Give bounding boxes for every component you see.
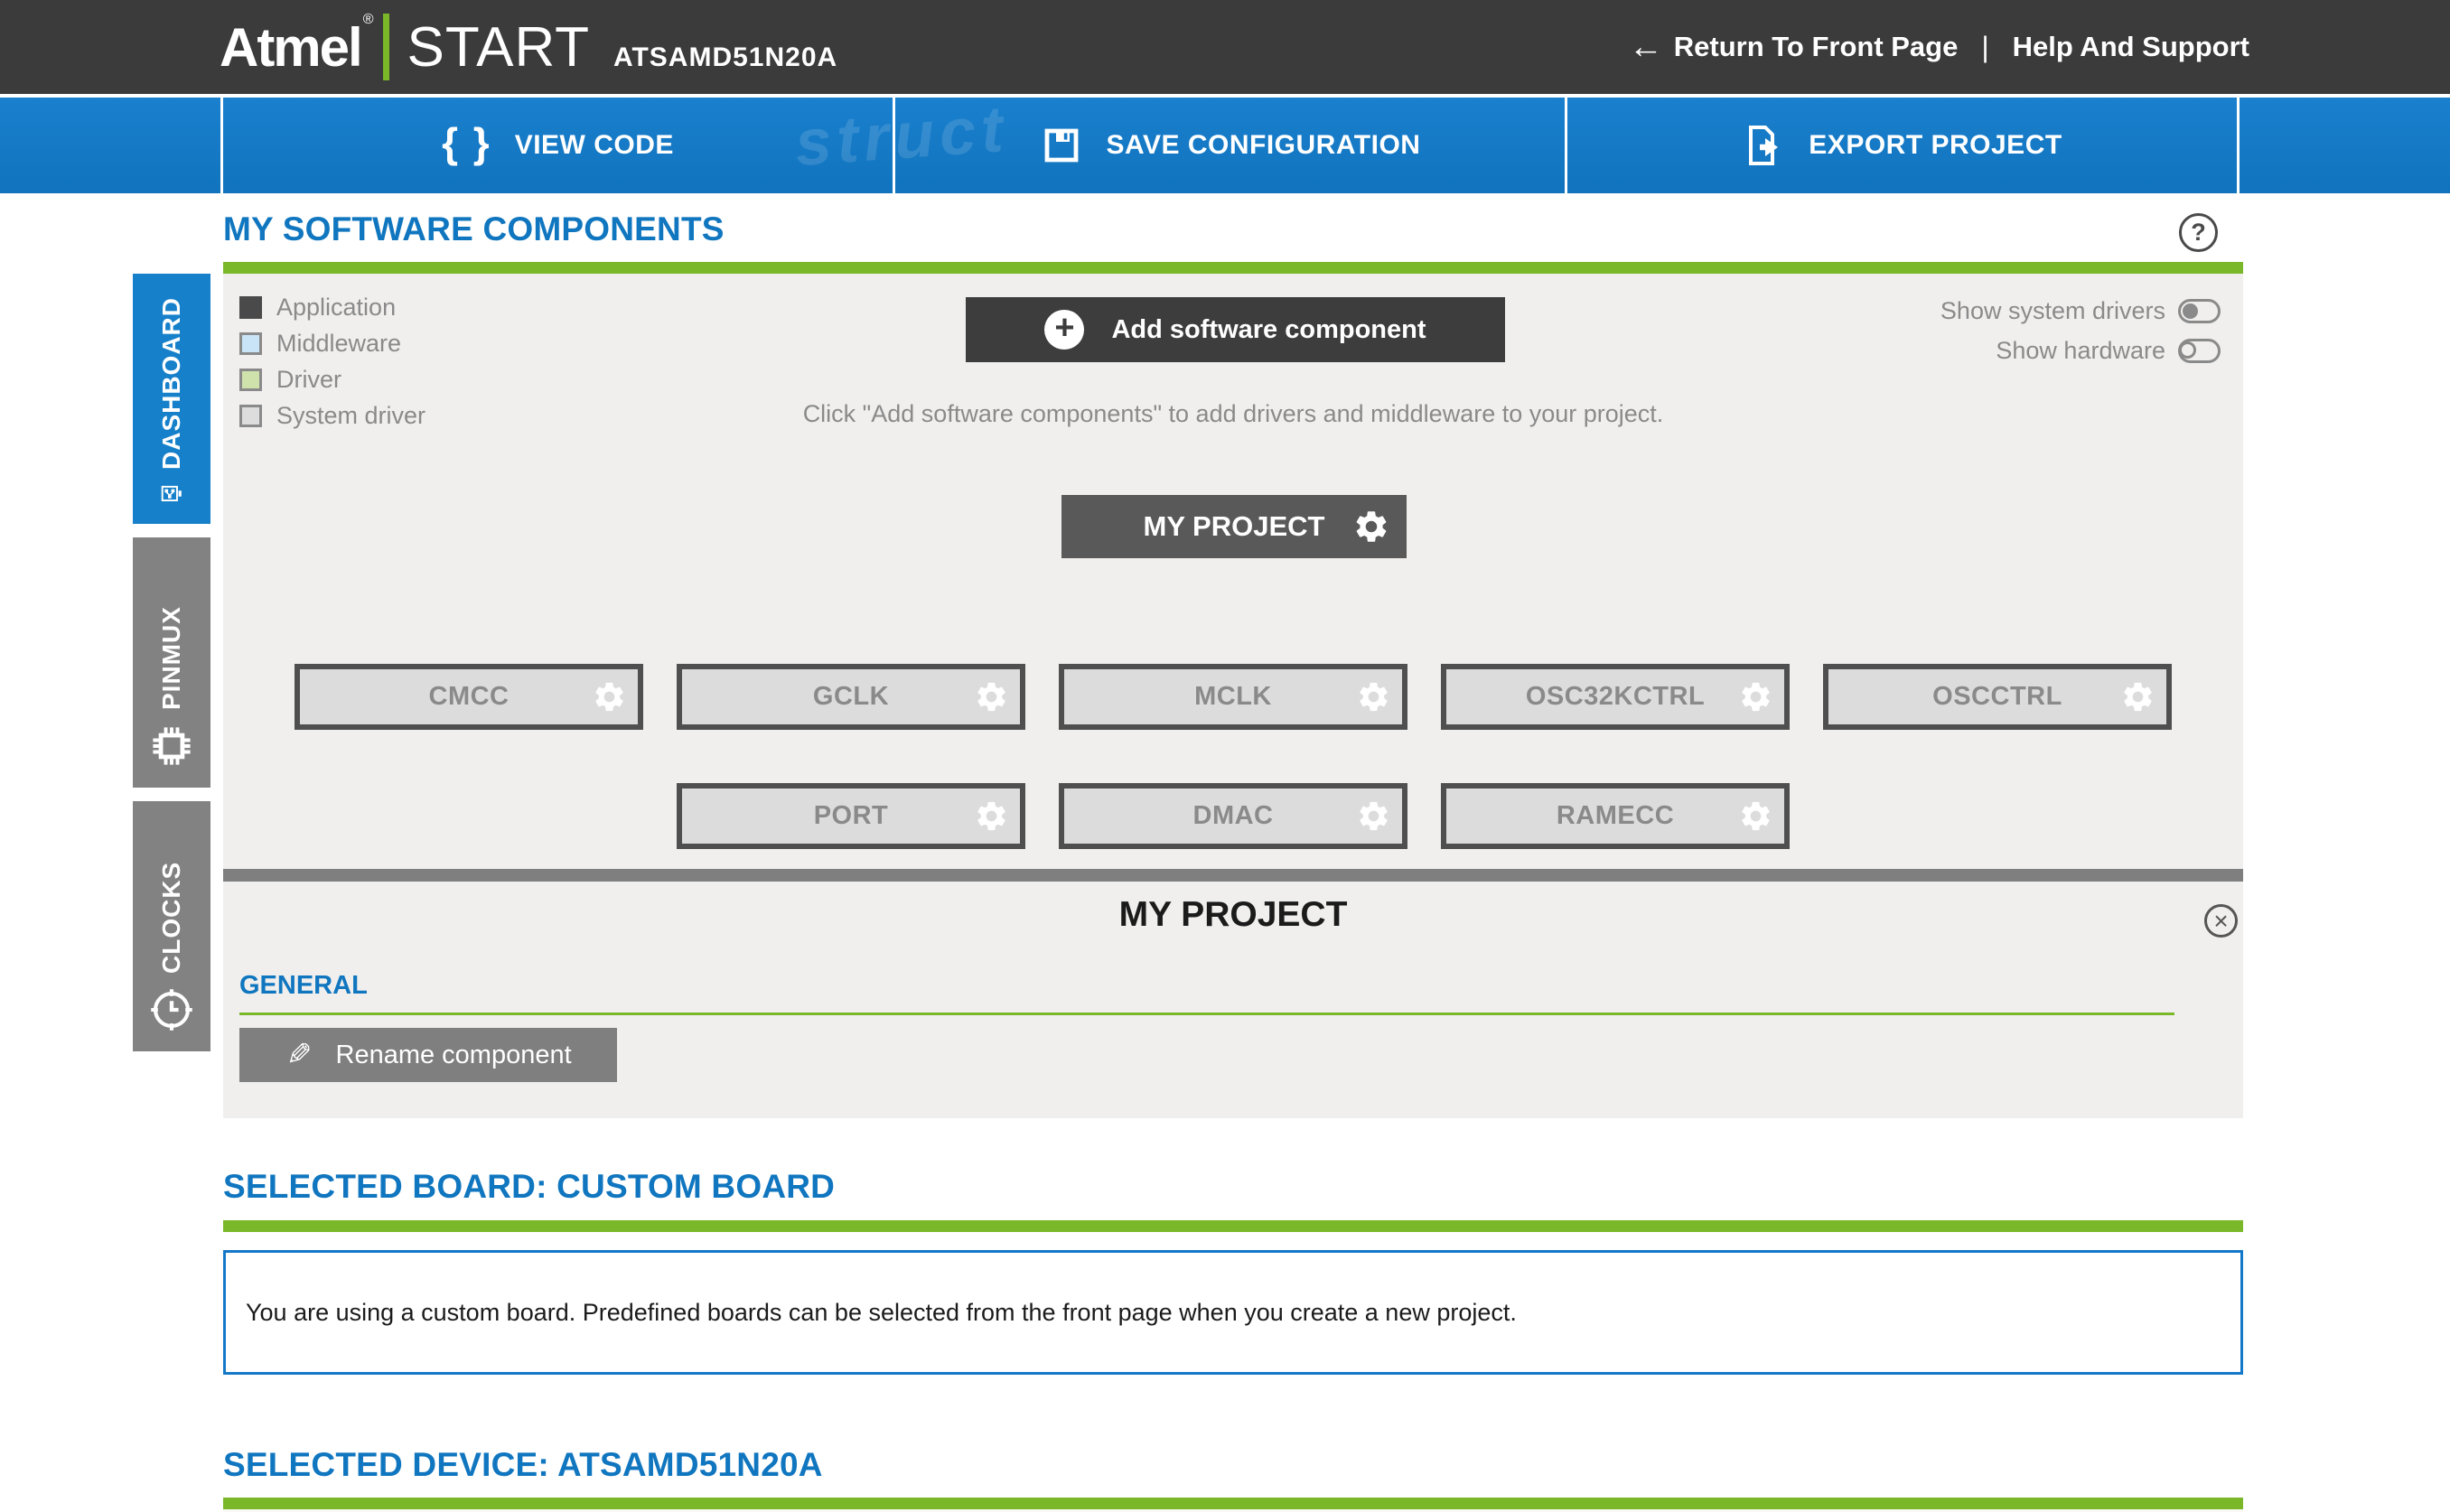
middleware-swatch bbox=[239, 332, 262, 355]
sidebar-item-dashboard[interactable]: DASHBOARD bbox=[133, 274, 210, 524]
plus-icon: + bbox=[1044, 310, 1085, 350]
gear-icon[interactable] bbox=[592, 679, 627, 714]
component-ramecc[interactable]: RAMECC bbox=[1441, 783, 1790, 849]
toolbar-left-spacer bbox=[0, 98, 223, 193]
legend-item-application: Application bbox=[239, 294, 425, 322]
component-cmcc[interactable]: CMCC bbox=[295, 664, 643, 730]
brand-name: Atmel ® bbox=[220, 11, 373, 78]
export-document-icon bbox=[1749, 126, 1779, 165]
software-components-panel: Application Middleware Driver System dri… bbox=[223, 274, 2243, 1118]
atmel-start-logo: Atmel ® START ATSAMD51N20A bbox=[220, 11, 838, 80]
header-device-name: ATSAMD51N20A bbox=[613, 42, 838, 72]
app-header: Atmel ® START ATSAMD51N20A ← Return To Fr… bbox=[0, 0, 2450, 94]
gear-icon[interactable] bbox=[1352, 508, 1390, 546]
pinmux-chip-icon bbox=[153, 727, 191, 765]
my-project-node[interactable]: MY PROJECT bbox=[1061, 495, 1407, 558]
gear-icon[interactable] bbox=[1356, 798, 1391, 834]
pencil-icon: ✎ bbox=[286, 1038, 313, 1072]
software-components-title: MY SOFTWARE COMPONENTS bbox=[223, 210, 725, 247]
gear-icon[interactable] bbox=[1356, 679, 1391, 714]
gear-icon[interactable] bbox=[974, 798, 1009, 834]
general-section-underline bbox=[239, 1013, 2174, 1015]
component-dmac[interactable]: DMAC bbox=[1059, 783, 1407, 849]
show-system-drivers-toggle[interactable]: Show system drivers bbox=[1940, 297, 2221, 325]
sidebar-item-clocks[interactable]: CLOCKS bbox=[133, 801, 210, 1051]
custom-board-message-box: You are using a custom board. Predefined… bbox=[223, 1250, 2243, 1375]
registered-mark: ® bbox=[362, 11, 374, 27]
add-component-hint: Click "Add software components" to add d… bbox=[802, 400, 1664, 427]
component-gclk[interactable]: GCLK bbox=[677, 664, 1025, 730]
header-links-divider: | bbox=[1981, 30, 1989, 63]
gear-icon[interactable] bbox=[1738, 798, 1773, 834]
code-braces-icon: { } bbox=[442, 119, 491, 166]
return-to-front-page-link[interactable]: ← Return To Front Page bbox=[1629, 30, 1959, 64]
application-swatch bbox=[239, 296, 262, 319]
gear-icon[interactable] bbox=[974, 679, 1009, 714]
component-port[interactable]: PORT bbox=[677, 783, 1025, 849]
clock-icon bbox=[151, 989, 192, 1031]
selected-board-title: SELECTED BOARD: CUSTOM BOARD bbox=[223, 1168, 836, 1205]
logo-divider bbox=[382, 14, 389, 80]
help-and-support-link[interactable]: Help And Support bbox=[2013, 31, 2249, 63]
driver-swatch bbox=[239, 369, 262, 391]
gear-icon[interactable] bbox=[2120, 679, 2155, 714]
close-icon[interactable]: × bbox=[2204, 904, 2238, 938]
component-oscctrl[interactable]: OSCCTRL bbox=[1823, 664, 2172, 730]
panel-divider bbox=[223, 869, 2243, 882]
sidebar: DASHBOARD PINMUX CLOCKS bbox=[133, 274, 210, 1051]
dashboard-icon bbox=[161, 485, 182, 502]
add-software-component-button[interactable]: + Add software component bbox=[966, 297, 1505, 362]
save-configuration-button[interactable]: SAVE CONFIGURATION bbox=[895, 98, 1567, 193]
legend-item-driver: Driver bbox=[239, 366, 425, 394]
save-floppy-icon bbox=[1044, 128, 1078, 163]
selected-component-title: MY PROJECT bbox=[1118, 895, 1348, 934]
product-name: START bbox=[407, 15, 591, 79]
component-mclk[interactable]: MCLK bbox=[1059, 664, 1407, 730]
toggle-on-icon[interactable] bbox=[2178, 299, 2221, 323]
selected-device-title: SELECTED DEVICE: ATSAMD51N20A bbox=[223, 1446, 823, 1483]
action-toolbar: struct { } VIEW CODE SAVE CONFIGURATION … bbox=[0, 98, 2450, 193]
legend-item-middleware: Middleware bbox=[239, 330, 425, 358]
green-divider-bar bbox=[223, 1498, 2243, 1509]
toolbar-right-spacer bbox=[2240, 98, 2450, 193]
view-code-button[interactable]: { } VIEW CODE bbox=[223, 98, 895, 193]
help-icon[interactable]: ? bbox=[2179, 213, 2218, 252]
toggle-off-icon[interactable] bbox=[2178, 339, 2221, 363]
export-project-button[interactable]: EXPORT PROJECT bbox=[1567, 98, 2240, 193]
back-arrow-icon: ← bbox=[1628, 28, 1663, 66]
green-divider-bar bbox=[223, 1220, 2243, 1232]
rename-component-button[interactable]: ✎ Rename component bbox=[239, 1028, 617, 1082]
general-section-label: GENERAL bbox=[239, 971, 368, 1000]
sidebar-item-pinmux[interactable]: PINMUX bbox=[133, 537, 210, 788]
show-hardware-toggle[interactable]: Show hardware bbox=[1996, 337, 2221, 365]
component-osc32kctrl[interactable]: OSC32KCTRL bbox=[1441, 664, 1790, 730]
green-divider-bar bbox=[223, 262, 2243, 274]
gear-icon[interactable] bbox=[1738, 679, 1773, 714]
